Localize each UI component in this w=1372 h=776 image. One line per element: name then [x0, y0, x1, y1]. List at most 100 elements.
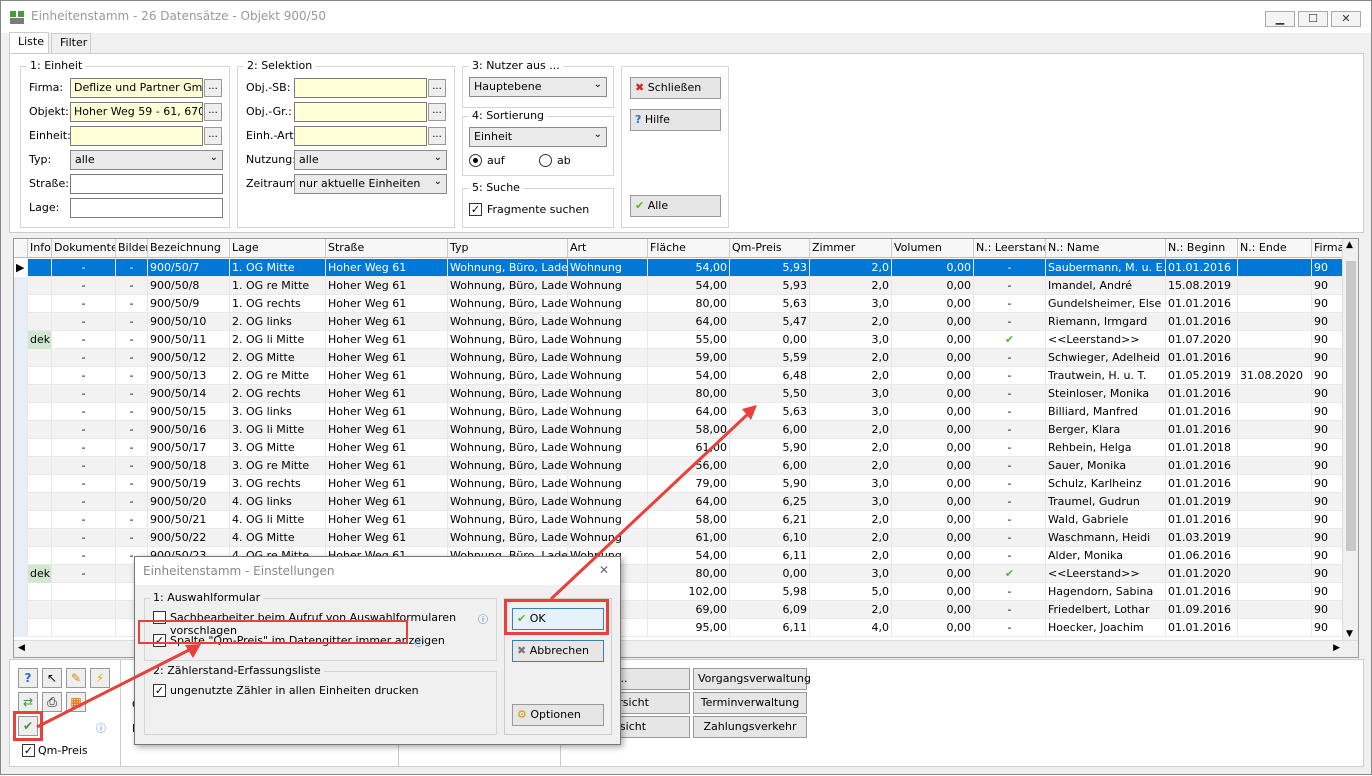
column-header[interactable]: N.: Name [1046, 239, 1166, 258]
minimize-button[interactable]: ▁ [1265, 11, 1295, 27]
objsb-field[interactable] [294, 78, 427, 98]
nutzer-select[interactable]: Hauptebene ⌄ [469, 77, 607, 97]
column-header[interactable]: Typ [448, 239, 568, 258]
tab-filter[interactable]: Filter [51, 33, 91, 53]
table-row[interactable]: - -900/50/14 2. OG rechts Hoher Weg 61 Wohnu… [14, 385, 1352, 403]
firma-field[interactable]: Deflize und Partner GmbH [70, 78, 203, 98]
table-row[interactable]: - -900/50/19 3. OG rechts Hoher Weg 61 Wohnu… [14, 475, 1352, 493]
row-selector[interactable] [14, 583, 28, 601]
row-selector[interactable] [14, 619, 28, 637]
lage-input[interactable] [70, 198, 223, 218]
column-header[interactable]: Info [28, 239, 52, 258]
row-selector[interactable] [14, 457, 28, 475]
table-row[interactable]: - -900/50/15 3. OG links Hoher Weg 61 Wohnun… [14, 403, 1352, 421]
table-row[interactable]: - -900/50/21 4. OG li Mitte Hoher Weg 61 Woh… [14, 511, 1352, 529]
lightning-icon[interactable]: ⚡ [90, 668, 110, 688]
scroll-up-icon[interactable]: ▲ [1346, 240, 1353, 250]
column-header[interactable]: Volumen [892, 239, 974, 258]
fragmente-checkbox[interactable]: ✓ [469, 203, 482, 216]
einheit-field[interactable] [70, 126, 203, 146]
column-header[interactable]: Qm-Preis [730, 239, 810, 258]
firma-browse-button[interactable]: ... [204, 79, 222, 97]
column-header[interactable]: Bezeichnung [148, 239, 230, 258]
row-selector[interactable] [14, 295, 28, 313]
maximize-button[interactable]: ☐ [1298, 11, 1328, 27]
column-header[interactable]: N.: Leerstand [974, 239, 1046, 258]
pencil-icon[interactable]: ✎ [66, 668, 86, 688]
column-header[interactable]: Zimmer [810, 239, 892, 258]
scroll-right-icon[interactable]: ▶ [1333, 643, 1340, 653]
close-button[interactable]: ✕ [1331, 11, 1361, 27]
scroll-down-icon[interactable]: ▼ [1346, 629, 1353, 639]
column-header[interactable]: Dokumente [52, 239, 116, 258]
strasse-input[interactable] [70, 174, 223, 194]
table-row[interactable]: - -900/50/20 4. OG links Hoher Weg 61 Wohnun… [14, 493, 1352, 511]
typ-select[interactable]: alle ⌄ [70, 150, 223, 170]
objekt-field[interactable]: Hoher Weg 59 - 61, 67059 [70, 102, 203, 122]
column-header[interactable]: Bilder [116, 239, 148, 258]
terminverwaltung-button[interactable]: Terminverwaltung [693, 692, 807, 714]
objekt-browse-button[interactable]: ... [204, 103, 222, 121]
column-header[interactable]: N.: Beginn [1166, 239, 1238, 258]
radio-auf[interactable] [469, 154, 482, 167]
row-selector[interactable] [14, 331, 28, 349]
row-selector[interactable] [14, 385, 28, 403]
row-selector[interactable] [14, 529, 28, 547]
column-header[interactable]: Lage [230, 239, 326, 258]
table-row[interactable]: - -900/50/22 4. OG Mitte Hoher Weg 61 Wohnun… [14, 529, 1352, 547]
row-selector[interactable] [14, 493, 28, 511]
help-icon[interactable]: ? [18, 668, 38, 688]
table-row[interactable]: - -900/50/8 1. OG re Mitte Hoher Weg 61 Wohn… [14, 277, 1352, 295]
ungenutzte-zaehler-checkbox[interactable]: ✓ [153, 684, 166, 697]
pointer-icon[interactable]: ↖ [42, 668, 62, 688]
objgr-browse-button[interactable]: ... [428, 103, 446, 121]
optionen-button[interactable]: ⚙ Optionen [512, 704, 604, 726]
hilfe-button[interactable]: ? Hilfe [630, 109, 721, 131]
table-row[interactable]: - -900/50/12 2. OG Mitte Hoher Weg 61 Wohnun… [14, 349, 1352, 367]
nutzung-select[interactable]: alle ⌄ [294, 150, 447, 170]
table-row[interactable]: ▶ - -900/50/7 1. OG Mitte Hoher Weg 61 Wohnun… [14, 259, 1352, 277]
row-selector[interactable] [14, 547, 28, 565]
alle-button[interactable]: ✔ Alle [630, 195, 721, 217]
vertical-scrollbar[interactable]: ▲ ▼ [1342, 239, 1358, 641]
abbrechen-button[interactable]: ✖ Abbrechen [512, 640, 604, 662]
zeitraum-select[interactable]: nur aktuelle Einheiten ⌄ [294, 174, 447, 194]
row-selector[interactable] [14, 475, 28, 493]
column-header[interactable]: N.: Ende [1238, 239, 1312, 258]
einheit-browse-button[interactable]: ... [204, 127, 222, 145]
table-icon[interactable]: ▦ [66, 692, 86, 712]
row-selector[interactable] [14, 565, 28, 583]
row-selector[interactable] [14, 403, 28, 421]
tab-liste[interactable]: Liste [9, 32, 49, 54]
scroll-thumb[interactable] [1346, 261, 1356, 551]
objgr-field[interactable] [294, 102, 427, 122]
einhart-browse-button[interactable]: ... [428, 127, 446, 145]
table-row[interactable]: dekl - -900/50/11 2. OG li Mitte Hoher Weg 6… [14, 331, 1352, 349]
column-header[interactable]: Art [568, 239, 648, 258]
scroll-left-icon[interactable]: ◀ [18, 643, 25, 653]
sortierung-select[interactable]: Einheit ⌄ [469, 127, 607, 147]
schliessen-button[interactable]: ✖ Schließen [630, 77, 721, 99]
table-row[interactable]: - -900/50/17 3. OG Mitte Hoher Weg 61 Wohnun… [14, 439, 1352, 457]
radio-ab[interactable] [539, 154, 552, 167]
objsb-browse-button[interactable]: ... [428, 79, 446, 97]
refresh-icon[interactable]: ⇄ [18, 692, 38, 712]
vorgangsverwaltung-button[interactable]: Vorgangsverwaltung [693, 668, 811, 690]
column-header[interactable]: Fläche [648, 239, 730, 258]
row-selector[interactable] [14, 511, 28, 529]
row-selector[interactable] [14, 349, 28, 367]
table-row[interactable]: - -900/50/9 1. OG rechts Hoher Weg 61 Wohnun… [14, 295, 1352, 313]
dialog-close-icon[interactable]: ✕ [599, 563, 609, 577]
print-icon[interactable]: ⎙ [42, 692, 62, 712]
einhart-field[interactable] [294, 126, 427, 146]
row-selector[interactable] [14, 313, 28, 331]
row-selector[interactable] [14, 601, 28, 619]
zahlungsverkehr-button[interactable]: Zahlungsverkehr [693, 716, 807, 738]
qm-preis-checkbox[interactable]: ✓ [22, 744, 35, 757]
table-row[interactable]: - -900/50/10 2. OG links Hoher Weg 61 Wohnun… [14, 313, 1352, 331]
row-selector[interactable] [14, 421, 28, 439]
row-selector[interactable] [14, 439, 28, 457]
table-row[interactable]: - -900/50/13 2. OG re Mitte Hoher Weg 61 Woh… [14, 367, 1352, 385]
row-selector[interactable] [14, 367, 28, 385]
table-row[interactable]: - -900/50/18 3. OG re Mitte Hoher Weg 61 Woh… [14, 457, 1352, 475]
